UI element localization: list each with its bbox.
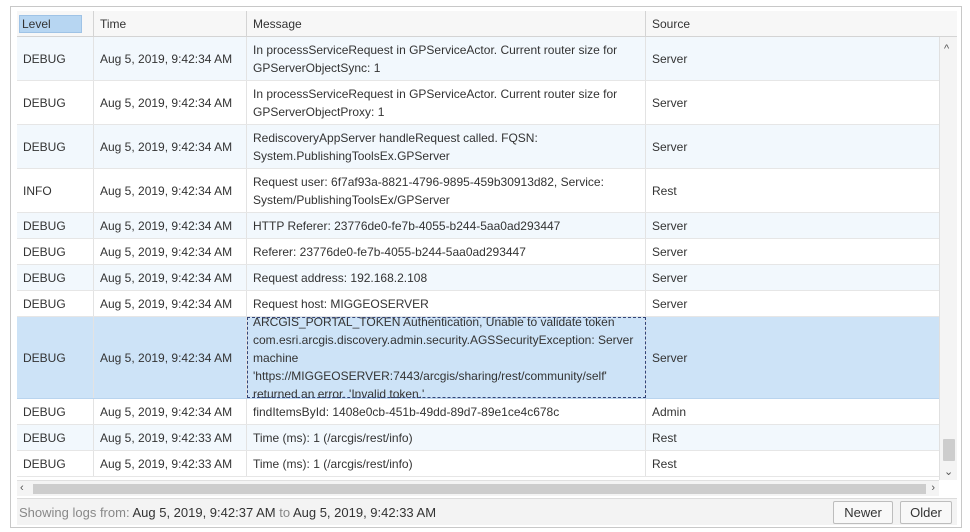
table-row[interactable]: DEBUG Aug 5, 2019, 9:42:34 AM Rediscover… <box>17 125 939 169</box>
column-header-time[interactable]: Time <box>94 11 247 37</box>
cell-time: Aug 5, 2019, 9:42:33 AM <box>94 451 247 476</box>
cell-time: Aug 5, 2019, 9:42:34 AM <box>94 239 247 264</box>
cell-source: Rest <box>652 430 677 445</box>
newer-button[interactable]: Newer <box>833 501 893 524</box>
cell-message: RediscoveryAppServer handleRequest calle… <box>247 125 646 168</box>
cell-source: Server <box>652 51 688 66</box>
cell-level: DEBUG <box>17 399 94 424</box>
chevron-left-icon[interactable]: ‹ <box>20 481 24 496</box>
cell-source: Server <box>652 350 688 365</box>
cell-level: DEBUG <box>17 81 94 124</box>
cell-level: DEBUG <box>17 239 94 264</box>
cell-level: DEBUG <box>17 451 94 476</box>
table-header: Level Time Message Source <box>17 11 957 37</box>
chevron-down-icon[interactable]: ⌄ <box>944 465 953 478</box>
log-range-status: Showing logs from: Aug 5, 2019, 9:42:37 … <box>19 499 436 526</box>
cell-level: DEBUG <box>17 125 94 168</box>
cell-message: Request address: 192.168.2.108 <box>247 265 646 290</box>
horizontal-scrollbar-thumb[interactable] <box>33 484 926 494</box>
cell-time: Aug 5, 2019, 9:42:34 AM <box>94 399 247 424</box>
cell-source: Admin <box>652 404 687 419</box>
cell-message: findItemsById: 1408e0cb-451b-49dd-89d7-8… <box>247 399 646 424</box>
cell-level: INFO <box>17 169 94 212</box>
cell-source: Server <box>652 296 688 311</box>
vertical-scrollbar[interactable]: ^ ⌄ <box>939 37 957 480</box>
cell-message: Time (ms): 1 (/arcgis/rest/info) <box>247 425 646 450</box>
column-header-level[interactable]: Level <box>17 11 94 37</box>
table-row[interactable]: DEBUG Aug 5, 2019, 9:42:33 AM Time (ms):… <box>17 425 939 451</box>
table-row[interactable]: DEBUG Aug 5, 2019, 9:42:33 AM Time (ms):… <box>17 451 939 477</box>
cell-time: Aug 5, 2019, 9:42:33 AM <box>94 425 247 450</box>
log-footer: Showing logs from: Aug 5, 2019, 9:42:37 … <box>17 498 957 525</box>
cell-message: Time (ms): 1 (/arcgis/rest/info) <box>247 451 646 476</box>
table-row[interactable]: DEBUG Aug 5, 2019, 9:42:34 AM Request ad… <box>17 265 939 291</box>
cell-source: Rest <box>652 183 677 198</box>
status-to-time: Aug 5, 2019, 9:42:33 AM <box>292 505 437 520</box>
cell-message: ARCGIS_PORTAL_TOKEN Authentication, Unab… <box>247 315 646 401</box>
column-header-message[interactable]: Message <box>247 11 646 37</box>
cell-time: Aug 5, 2019, 9:42:34 AM <box>94 291 247 316</box>
status-prefix: Showing logs from: <box>19 505 130 520</box>
cell-time: Aug 5, 2019, 9:42:34 AM <box>94 265 247 290</box>
vertical-scrollbar-thumb[interactable] <box>943 439 955 461</box>
column-header-source[interactable]: Source <box>646 11 946 37</box>
cell-level: DEBUG <box>17 265 94 290</box>
log-table-body: DEBUG Aug 5, 2019, 9:42:34 AM In process… <box>17 37 939 480</box>
cell-source: Server <box>652 95 688 110</box>
cell-level: DEBUG <box>17 213 94 238</box>
cell-source: Rest <box>652 456 677 471</box>
cell-message: Referer: 23776de0-fe7b-4055-b244-5aa0ad2… <box>247 239 646 264</box>
cell-source: Server <box>652 218 688 233</box>
cell-time: Aug 5, 2019, 9:42:34 AM <box>94 213 247 238</box>
table-row[interactable]: DEBUG Aug 5, 2019, 9:42:34 AM Referer: 2… <box>17 239 939 265</box>
cell-message: HTTP Referer: 23776de0-fe7b-4055-b244-5a… <box>247 213 646 238</box>
cell-time: Aug 5, 2019, 9:42:34 AM <box>94 81 247 124</box>
cell-time: Aug 5, 2019, 9:42:34 AM <box>94 317 247 398</box>
cell-time: Aug 5, 2019, 9:42:34 AM <box>94 125 247 168</box>
table-row[interactable]: DEBUG Aug 5, 2019, 9:42:34 AM In process… <box>17 81 939 125</box>
cell-source: Server <box>652 139 688 154</box>
table-row[interactable]: INFO Aug 5, 2019, 9:42:34 AM Request use… <box>17 169 939 213</box>
chevron-right-icon[interactable]: › <box>931 481 935 496</box>
log-viewer-panel: Level Time Message Source DEBUG Aug 5, 2… <box>10 6 962 528</box>
cell-message: In processServiceRequest in GPServiceAct… <box>247 81 646 124</box>
chevron-up-icon[interactable]: ^ <box>944 43 949 55</box>
cell-time: Aug 5, 2019, 9:42:34 AM <box>94 169 247 212</box>
cell-level: DEBUG <box>17 317 94 398</box>
status-from-time: Aug 5, 2019, 9:42:37 AM <box>132 505 276 520</box>
cell-source: Server <box>652 270 688 285</box>
cell-level: DEBUG <box>17 425 94 450</box>
table-row[interactable]: DEBUG Aug 5, 2019, 9:42:34 AM In process… <box>17 37 939 81</box>
cell-time: Aug 5, 2019, 9:42:34 AM <box>94 37 247 80</box>
older-button[interactable]: Older <box>900 501 952 524</box>
cell-level: DEBUG <box>17 37 94 80</box>
horizontal-scrollbar[interactable]: ‹ › <box>17 480 939 496</box>
cell-message: In processServiceRequest in GPServiceAct… <box>247 37 646 80</box>
cell-message: Request user: 6f7af93a-8821-4796-9895-45… <box>247 169 646 212</box>
table-row[interactable]: DEBUG Aug 5, 2019, 9:42:34 AM HTTP Refer… <box>17 213 939 239</box>
status-joiner: to <box>279 505 291 520</box>
table-row-selected[interactable]: DEBUG Aug 5, 2019, 9:42:34 AM ARCGIS_POR… <box>17 315 939 401</box>
cell-source: Server <box>652 244 688 259</box>
cell-level: DEBUG <box>17 291 94 316</box>
table-row[interactable]: DEBUG Aug 5, 2019, 9:42:34 AM findItemsB… <box>17 399 939 425</box>
